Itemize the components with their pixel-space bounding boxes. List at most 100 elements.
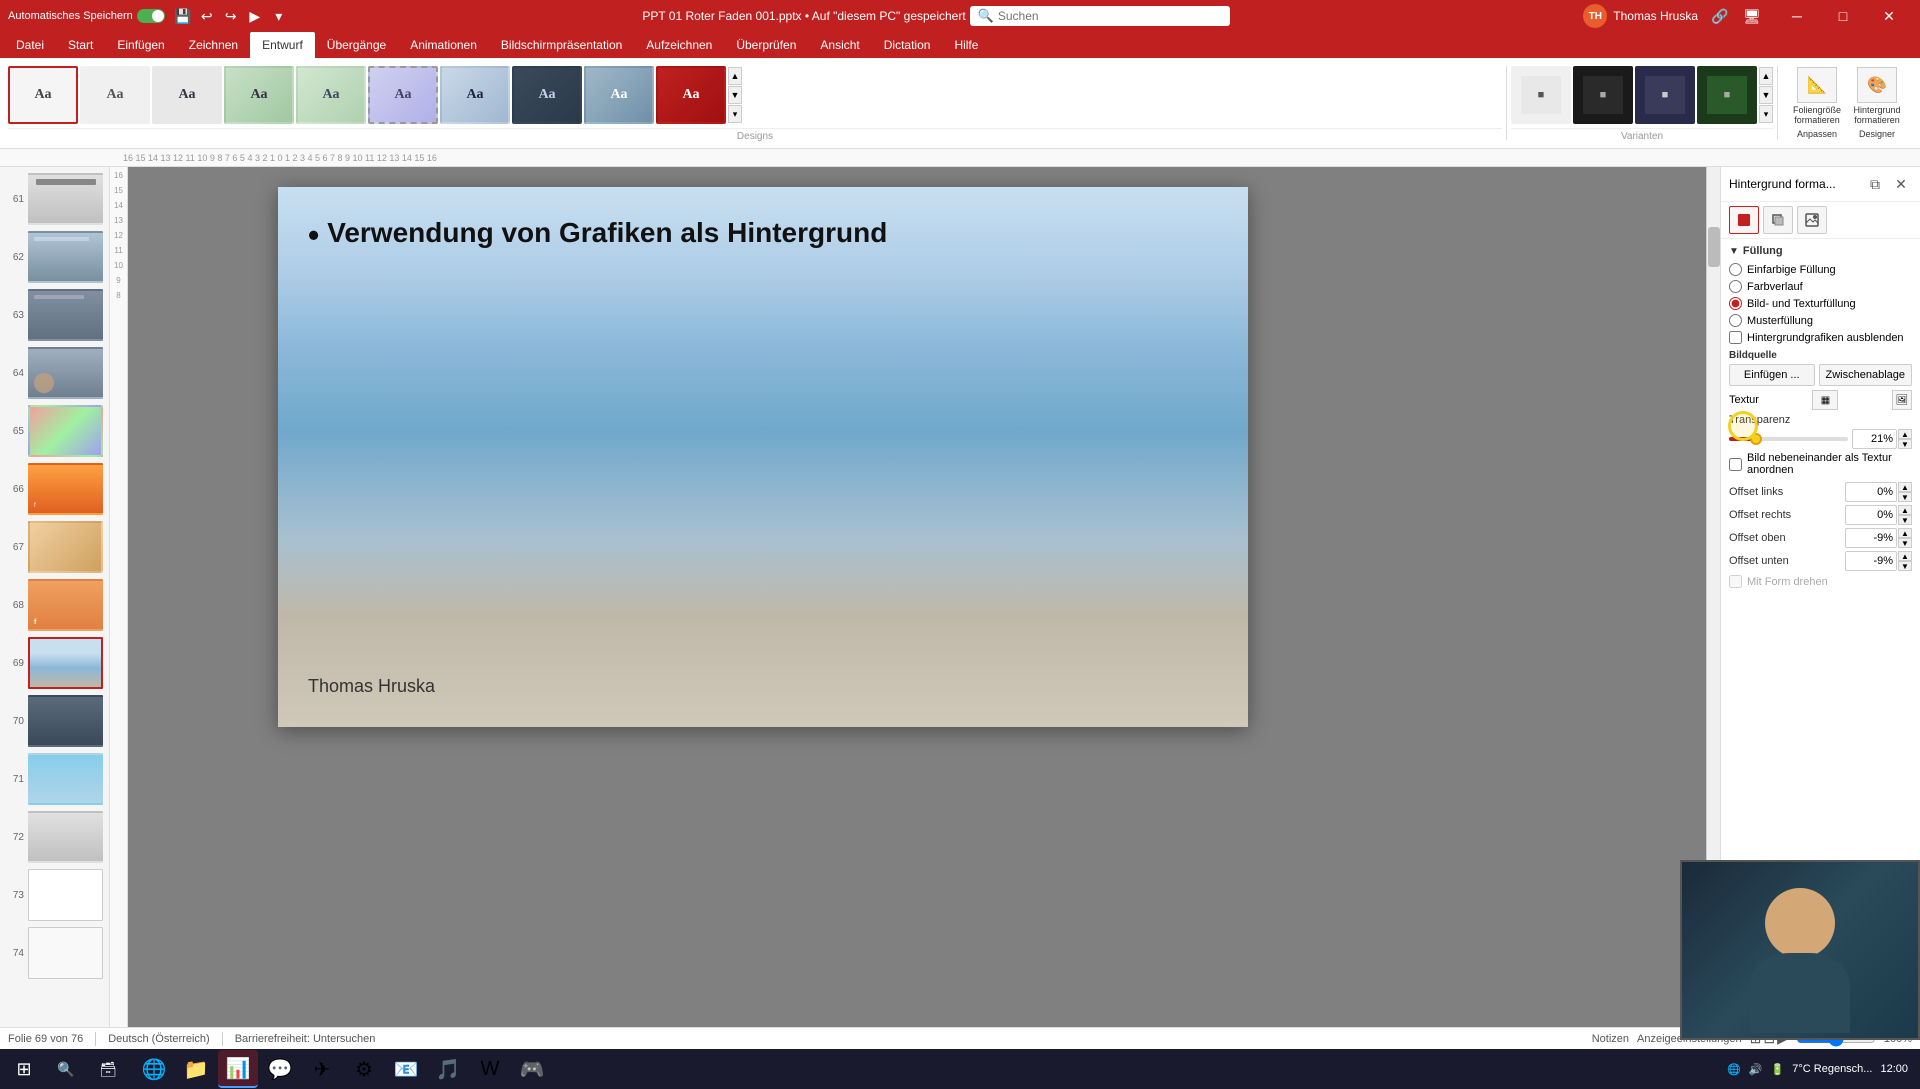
share-icon[interactable]: 🔗 [1710, 6, 1730, 26]
slide-thumb-65[interactable]: 65 [4, 403, 105, 459]
slide-thumb-72[interactable]: 72 [4, 809, 105, 865]
taskbar-app4[interactable]: 🎮 [512, 1050, 552, 1088]
notes-btn[interactable]: Notizen [1592, 1033, 1629, 1045]
scroll-more-btn[interactable]: ▾ [728, 105, 742, 123]
tab-datei[interactable]: Datei [4, 32, 56, 58]
theme-5[interactable]: Aa [368, 66, 438, 124]
start-btn[interactable]: ⊞ [4, 1050, 44, 1088]
offset-right-input[interactable] [1845, 505, 1897, 525]
taskbar-telegram[interactable]: ✈ [302, 1050, 342, 1088]
variant-4[interactable]: ■ [1697, 66, 1757, 124]
taskbar-word[interactable]: W [470, 1050, 510, 1088]
tab-zeichnen[interactable]: Zeichnen [177, 32, 250, 58]
anpassen-btn[interactable]: Anpassen [1790, 129, 1844, 139]
offset-right-up[interactable]: ▲ [1898, 505, 1912, 515]
offset-bottom-input[interactable] [1845, 551, 1897, 571]
variant-2[interactable]: ■ [1573, 66, 1633, 124]
transparency-input[interactable] [1852, 429, 1897, 449]
tile-checkbox[interactable] [1729, 458, 1742, 471]
close-button[interactable]: ✕ [1866, 0, 1912, 32]
theme-7[interactable]: Aa [512, 66, 582, 124]
scroll-up-btn[interactable]: ▲ [728, 67, 742, 85]
theme-default[interactable]: Aa [8, 66, 78, 124]
slide-thumb-63[interactable]: 63 [4, 287, 105, 343]
tab-start[interactable]: Start [56, 32, 105, 58]
insert-image-btn[interactable]: Einfügen ... [1729, 364, 1815, 386]
taskbar-teams[interactable]: 💬 [260, 1050, 300, 1088]
hintergrund-formatieren-btn[interactable]: 🎨 Hintergrund formatieren [1850, 67, 1904, 125]
tab-ueberpruefen[interactable]: Überprüfen [724, 32, 808, 58]
theme-6[interactable]: Aa [440, 66, 510, 124]
transparency-thumb[interactable] [1750, 433, 1762, 445]
taskbar-app3[interactable]: 🎵 [428, 1050, 468, 1088]
theme-8[interactable]: Aa [584, 66, 654, 124]
undo-icon[interactable]: ↩ [197, 6, 217, 26]
panel-detach-btn[interactable]: ⧉ [1864, 173, 1886, 195]
slide-thumb-67[interactable]: 67 [4, 519, 105, 575]
transparency-down-btn[interactable]: ▼ [1898, 439, 1912, 449]
image-tab-btn[interactable] [1797, 206, 1827, 234]
offset-left-down[interactable]: ▼ [1898, 492, 1912, 502]
foliengrösse-btn[interactable]: 📐 Foliengröße formatieren [1790, 67, 1844, 125]
fill-tab-btn[interactable] [1729, 206, 1759, 234]
fill-radio-muster[interactable] [1729, 314, 1742, 327]
offset-left-up[interactable]: ▲ [1898, 482, 1912, 492]
texture-icon-btn[interactable]: 🖼 [1892, 390, 1912, 410]
taskbar-app1[interactable]: ⚙ [344, 1050, 384, 1088]
slide-thumb-62[interactable]: 62 [4, 229, 105, 285]
slide-thumb-66[interactable]: 66 f [4, 461, 105, 517]
maximize-button[interactable]: □ [1820, 0, 1866, 32]
save-icon[interactable]: 💾 [173, 6, 193, 26]
offset-left-input[interactable] [1845, 482, 1897, 502]
variant-3[interactable]: ■ [1635, 66, 1695, 124]
theme-2[interactable]: Aa [152, 66, 222, 124]
more-icon[interactable]: ▾ [269, 6, 289, 26]
slide-thumb-74[interactable]: 74 [4, 925, 105, 981]
tab-aufzeichnen[interactable]: Aufzeichnen [634, 32, 724, 58]
slide-thumb-61[interactable]: 61 [4, 171, 105, 227]
slide-thumb-71[interactable]: 71 [4, 751, 105, 807]
tab-einfuegen[interactable]: Einfügen [105, 32, 176, 58]
slide-thumb-68[interactable]: 68 f [4, 577, 105, 633]
fill-radio-einfarbig[interactable] [1729, 263, 1742, 276]
offset-bottom-down[interactable]: ▼ [1898, 561, 1912, 571]
designer-btn[interactable]: Designer [1850, 129, 1904, 139]
tab-uebergaenge[interactable]: Übergänge [315, 32, 398, 58]
theme-1[interactable]: Aa [80, 66, 150, 124]
offset-top-up[interactable]: ▲ [1898, 528, 1912, 538]
taskbar-app2[interactable]: 📧 [386, 1050, 426, 1088]
shadow-tab-btn[interactable] [1763, 206, 1793, 234]
slide-thumb-70[interactable]: 70 [4, 693, 105, 749]
transparency-up-btn[interactable]: ▲ [1898, 429, 1912, 439]
search-input[interactable] [998, 9, 1222, 23]
hide-graphics-checkbox[interactable] [1729, 331, 1742, 344]
present-icon[interactable]: ▶ [245, 6, 265, 26]
panel-close-btn[interactable]: ✕ [1890, 173, 1912, 195]
tab-entwurf[interactable]: Entwurf [250, 32, 315, 58]
variant-1[interactable]: ■ [1511, 66, 1571, 124]
variant-scroll-down[interactable]: ▼ [1759, 86, 1773, 104]
clipboard-btn[interactable]: Zwischenablage [1819, 364, 1913, 386]
fill-radio-bild[interactable] [1729, 297, 1742, 310]
fill-radio-farbverlauf[interactable] [1729, 280, 1742, 293]
offset-top-down[interactable]: ▼ [1898, 538, 1912, 548]
tab-animationen[interactable]: Animationen [398, 32, 489, 58]
tab-ansicht[interactable]: Ansicht [808, 32, 871, 58]
taskbar-powerpoint[interactable]: 📊 [218, 1050, 258, 1088]
taskbar-files[interactable]: 📁 [176, 1050, 216, 1088]
tab-dictation[interactable]: Dictation [872, 32, 943, 58]
offset-top-input[interactable] [1845, 528, 1897, 548]
scroll-down-btn[interactable]: ▼ [728, 86, 742, 104]
offset-bottom-up[interactable]: ▲ [1898, 551, 1912, 561]
autosave-toggle[interactable] [137, 9, 165, 23]
theme-9[interactable]: Aa [656, 66, 726, 124]
present2-icon[interactable]: 🖥 [1742, 6, 1762, 26]
offset-right-down[interactable]: ▼ [1898, 515, 1912, 525]
variant-scroll-up[interactable]: ▲ [1759, 67, 1773, 85]
slide-thumb-73[interactable]: 73 [4, 867, 105, 923]
tab-hilfe[interactable]: Hilfe [942, 32, 990, 58]
theme-4[interactable]: Aa [296, 66, 366, 124]
texture-picker-btn[interactable]: ▦ [1812, 390, 1838, 410]
theme-3[interactable]: Aa [224, 66, 294, 124]
taskview-btn[interactable]: 🗃 [88, 1050, 128, 1088]
